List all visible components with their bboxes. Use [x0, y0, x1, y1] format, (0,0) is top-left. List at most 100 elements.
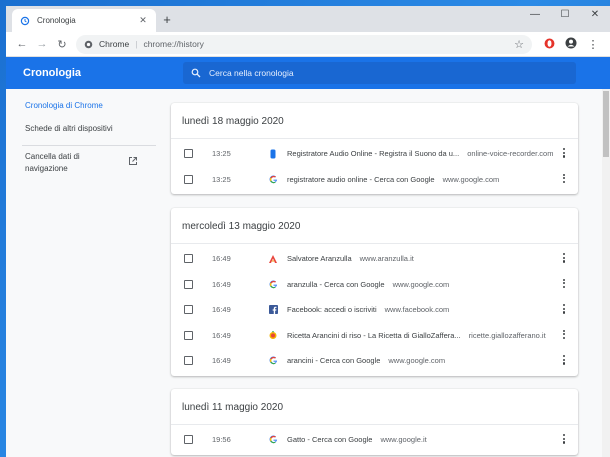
- profile-avatar-icon[interactable]: [560, 37, 582, 51]
- entry-checkbox[interactable]: [184, 174, 193, 184]
- sidebar: Cronologia di Chrome Schede di altri dis…: [6, 89, 161, 457]
- url-text: chrome://history: [143, 39, 204, 49]
- sidebar-item-chrome-history[interactable]: Cronologia di Chrome: [6, 101, 103, 110]
- entry-time: 16:49: [212, 305, 231, 315]
- history-entry[interactable]: 16:49 Facebook: accedi o iscriviti www.fac…: [171, 297, 578, 323]
- page-title: Cronologia: [23, 67, 82, 79]
- entry-time: 19:56: [212, 435, 231, 445]
- history-entry[interactable]: 16:49 Salvatore Aranzulla www.aranzulla.it: [171, 246, 578, 272]
- bookmark-star-icon[interactable]: ☆: [514, 38, 524, 51]
- recorder-icon: [268, 149, 278, 159]
- day-heading: lunedì 11 maggio 2020: [171, 389, 578, 425]
- maximize-button[interactable]: ☐: [550, 6, 580, 28]
- history-day-card: lunedì 18 maggio 2020 13:25 Registratore A…: [171, 103, 578, 194]
- day-heading: lunedì 18 maggio 2020: [171, 103, 578, 139]
- browser-toolbar: ← → ↻ Chrome | chrome://history ☆ ⋮: [6, 32, 610, 57]
- url-separator: |: [135, 39, 138, 49]
- more-actions-icon[interactable]: [562, 329, 566, 340]
- more-actions-icon[interactable]: [562, 253, 566, 263]
- tab-history[interactable]: Cronologia ✕: [12, 9, 156, 32]
- aranzulla-icon: [268, 254, 278, 264]
- entry-domain: ricette.giallozafferano.it: [468, 330, 546, 340]
- scrollbar[interactable]: [602, 89, 610, 457]
- entry-domain: www.google.com: [392, 279, 450, 289]
- browser-window: Cronologia ✕ + — ☐ ✕ ← → ↻ Chrome | chro…: [6, 6, 610, 457]
- history-content: Cronologia di Chrome Schede di altri dis…: [6, 89, 610, 457]
- more-actions-icon[interactable]: [562, 355, 566, 365]
- entry-title[interactable]: arancini - Cerca con Google: [287, 356, 380, 365]
- forward-button[interactable]: →: [32, 38, 52, 50]
- entry-time: 13:25: [212, 149, 231, 159]
- google-icon: [268, 279, 278, 289]
- entry-title[interactable]: aranzulla - Cerca con Google: [287, 280, 385, 289]
- entry-title[interactable]: Gatto - Cerca con Google: [287, 435, 372, 444]
- history-header: Cronologia: [6, 57, 610, 89]
- history-entry[interactable]: 13:25 registratore audio online - Cerca c…: [171, 167, 578, 193]
- history-day-card: mercoledì 13 maggio 2020 16:49 Salvatore A…: [171, 208, 578, 376]
- more-actions-icon[interactable]: [562, 434, 566, 444]
- minimize-button[interactable]: —: [520, 6, 550, 28]
- entry-time: 13:25: [212, 174, 231, 184]
- entry-domain: online-voice-recorder.com: [467, 149, 554, 159]
- new-tab-button[interactable]: +: [160, 12, 174, 27]
- sidebar-item-other-devices[interactable]: Schede di altri dispositivi: [6, 124, 113, 133]
- history-entry[interactable]: 13:25 Registratore Audio Online - Registr…: [171, 141, 578, 167]
- site-label: Chrome: [99, 39, 130, 49]
- toolbar-actions: ⋮: [538, 37, 604, 51]
- entry-checkbox[interactable]: [184, 254, 193, 264]
- tab-title: Cronologia: [37, 16, 76, 25]
- entry-time: 16:49: [212, 356, 231, 366]
- history-search-box[interactable]: [183, 62, 576, 84]
- entry-time: 16:49: [212, 330, 231, 340]
- entry-time: 16:49: [212, 254, 231, 264]
- clear-data-label-line1: Cancella dati di: [25, 152, 80, 161]
- entry-checkbox[interactable]: [184, 149, 193, 159]
- opera-extension-icon[interactable]: [538, 38, 560, 51]
- chrome-menu-icon[interactable]: ⋮: [582, 38, 604, 51]
- more-actions-icon[interactable]: [562, 278, 566, 289]
- entry-domain: www.google.com: [442, 174, 500, 184]
- entry-title[interactable]: Salvatore Aranzulla: [287, 254, 352, 263]
- history-entry[interactable]: 19:56 Gatto - Cerca con Google www.google.…: [171, 427, 578, 453]
- history-entry[interactable]: 16:49 arancini - Cerca con Google www.goog…: [171, 348, 578, 374]
- day-heading: mercoledì 13 maggio 2020: [171, 208, 578, 244]
- entry-checkbox[interactable]: [184, 435, 193, 445]
- clear-data-label-line2: navigazione: [25, 164, 68, 173]
- sidebar-divider: [22, 145, 156, 146]
- entry-title[interactable]: Ricetta Arancini di riso - La Ricetta di…: [287, 331, 461, 340]
- google-icon: [268, 356, 278, 366]
- history-entry[interactable]: 16:49 aranzulla - Cerca con Google www.goo…: [171, 272, 578, 298]
- google-icon: [268, 174, 278, 184]
- entry-domain: www.google.com: [388, 356, 446, 366]
- history-list: lunedì 18 maggio 2020 13:25 Registratore A…: [171, 89, 610, 457]
- entry-checkbox[interactable]: [184, 279, 193, 289]
- back-button[interactable]: ←: [12, 38, 32, 50]
- more-actions-icon[interactable]: [562, 173, 566, 184]
- close-window-button[interactable]: ✕: [580, 6, 610, 28]
- entry-time: 16:49: [212, 279, 231, 289]
- giallozafferano-icon: [268, 330, 278, 340]
- window-controls: — ☐ ✕: [520, 6, 610, 28]
- reload-button[interactable]: ↻: [52, 38, 72, 51]
- entry-domain: www.facebook.com: [384, 305, 450, 315]
- entry-title[interactable]: Facebook: accedi o iscriviti: [287, 305, 377, 314]
- entry-checkbox[interactable]: [184, 356, 193, 366]
- search-icon: [191, 68, 201, 78]
- history-icon: [20, 16, 30, 26]
- entry-domain: www.google.it: [380, 435, 427, 445]
- entry-title[interactable]: Registratore Audio Online - Registra il …: [287, 149, 459, 158]
- chrome-icon: [84, 40, 93, 49]
- search-input[interactable]: [209, 68, 549, 78]
- entry-checkbox[interactable]: [184, 305, 193, 315]
- entry-title[interactable]: registratore audio online - Cerca con Go…: [287, 175, 435, 184]
- address-bar[interactable]: Chrome | chrome://history ☆: [76, 34, 532, 54]
- more-actions-icon[interactable]: [562, 304, 566, 314]
- tab-close-icon[interactable]: ✕: [138, 15, 148, 26]
- entry-checkbox[interactable]: [184, 330, 193, 340]
- scrollbar-thumb[interactable]: [603, 91, 609, 157]
- more-actions-icon[interactable]: [562, 148, 566, 158]
- sidebar-item-clear-data[interactable]: Cancella dati di navigazione: [6, 151, 80, 175]
- external-link-icon[interactable]: [128, 156, 138, 166]
- google-icon: [268, 435, 278, 445]
- history-entry[interactable]: 16:49 Ricetta Arancini di riso - La Ricet…: [171, 323, 578, 349]
